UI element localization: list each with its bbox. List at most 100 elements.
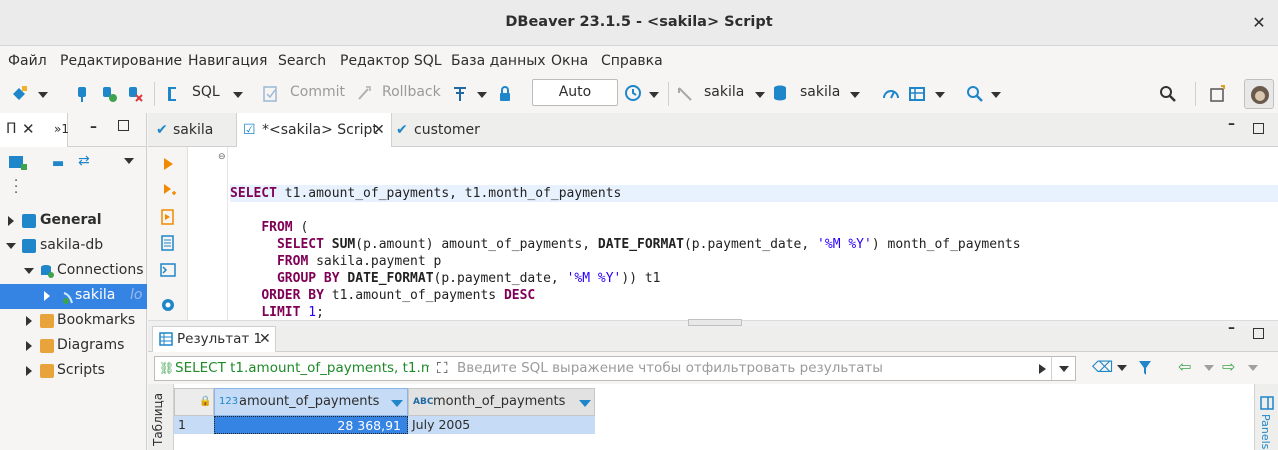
link-editor-icon[interactable]: ⇄ xyxy=(78,153,90,169)
tree-item-connections[interactable]: Connections xyxy=(0,259,147,284)
expand-arrow-icon[interactable] xyxy=(26,316,32,326)
menu-database[interactable]: База данных xyxy=(451,53,546,69)
expand-arrow-icon[interactable] xyxy=(26,341,32,351)
settings-icon[interactable] xyxy=(160,297,176,313)
sort-icon[interactable] xyxy=(579,400,591,407)
tasks-dropdown-icon[interactable] xyxy=(935,92,945,98)
cell-amount[interactable]: 28 368,91 xyxy=(214,416,408,434)
commit-button[interactable]: Commit xyxy=(290,84,345,100)
query-preview[interactable]: SELECT t1.amount_of_payments, t1.m xyxy=(175,360,429,376)
rollback-button[interactable]: Rollback xyxy=(382,84,441,100)
more-options-icon[interactable]: · · · xyxy=(14,175,18,200)
datasource-icon[interactable] xyxy=(676,85,694,103)
menu-search[interactable]: Search xyxy=(278,53,326,69)
dashboard-icon[interactable] xyxy=(882,85,900,103)
tree-item-diagrams[interactable]: Diagrams xyxy=(0,334,147,359)
minimize-editor-icon[interactable]: – xyxy=(1228,116,1235,132)
history-dropdown-icon[interactable] xyxy=(649,92,659,98)
tasks-icon[interactable] xyxy=(908,85,926,103)
menu-edit[interactable]: Редактирование xyxy=(60,53,182,69)
menu-help[interactable]: Справка xyxy=(601,53,663,69)
execute-new-tab-icon[interactable] xyxy=(162,183,176,197)
clear-filter-dropdown-icon[interactable] xyxy=(1117,365,1127,371)
open-perspective-icon[interactable] xyxy=(1209,85,1227,103)
clear-filter-icon[interactable]: ⌫ xyxy=(1092,358,1113,376)
collapse-arrow-icon[interactable] xyxy=(6,243,16,249)
expand-arrow-icon[interactable] xyxy=(8,216,14,226)
maximize-editor-icon[interactable] xyxy=(1253,123,1264,134)
close-tab-icon[interactable]: ✕ xyxy=(22,120,35,138)
new-connection-dropdown-icon[interactable] xyxy=(38,92,48,98)
new-connection-panel-icon[interactable] xyxy=(8,154,28,172)
tab-result-1[interactable]: Результат 1 ✕ xyxy=(152,326,276,352)
previous-icon[interactable]: ⇦ xyxy=(1178,357,1191,376)
view-menu-icon[interactable] xyxy=(124,158,134,164)
close-tab-icon[interactable]: ✕ xyxy=(259,327,271,351)
panels-side-tab[interactable]: Panels xyxy=(1254,384,1278,450)
previous-dropdown-icon[interactable] xyxy=(1204,365,1214,371)
maximize-results-icon[interactable] xyxy=(1253,328,1264,339)
active-schema[interactable]: sakila xyxy=(800,84,840,100)
connect-icon[interactable] xyxy=(74,85,90,103)
filter-placeholder[interactable]: Введите SQL выражение чтобы отфильтроват… xyxy=(457,360,883,376)
terminal-icon[interactable] xyxy=(160,263,176,277)
tree-item-sakila-connection[interactable]: sakila lo xyxy=(0,284,147,309)
tab-sakila[interactable]: ✔ sakila xyxy=(148,113,232,147)
menu-file[interactable]: Файл xyxy=(8,53,47,69)
sort-desc-icon[interactable] xyxy=(391,400,403,407)
perspective-button[interactable] xyxy=(1244,79,1274,109)
schema-icon[interactable] xyxy=(772,84,788,102)
transaction-mode-icon[interactable] xyxy=(452,85,470,103)
schema-dropdown-icon[interactable] xyxy=(850,92,860,98)
close-tab-icon[interactable]: ✕ xyxy=(373,113,385,147)
datasource-dropdown-icon[interactable] xyxy=(755,92,765,98)
tab-customer[interactable]: ✔ customer xyxy=(394,113,494,147)
filter-history-dropdown-icon[interactable] xyxy=(1059,366,1069,372)
search-icon[interactable] xyxy=(1159,85,1177,103)
new-connection-icon[interactable] xyxy=(10,85,28,103)
sql-button[interactable]: SQL xyxy=(192,84,220,100)
tree-item-bookmarks[interactable]: Bookmarks xyxy=(0,309,147,334)
lock-icon[interactable] xyxy=(498,85,512,103)
next-dropdown-icon[interactable] xyxy=(1248,365,1258,371)
tree-item-scripts[interactable]: Scripts xyxy=(0,359,147,384)
menu-window[interactable]: Окна xyxy=(551,53,588,69)
find-dropdown-icon[interactable] xyxy=(991,92,1001,98)
explain-plan-icon[interactable] xyxy=(161,235,175,251)
expand-arrow-icon[interactable] xyxy=(44,291,50,301)
apply-filter-icon[interactable] xyxy=(1039,364,1046,374)
next-icon[interactable]: ⇨ xyxy=(1222,357,1235,376)
maximize-panel-icon[interactable] xyxy=(118,120,129,131)
filter-input[interactable]: ⛓ SELECT t1.amount_of_payments, t1.m ⛶ В… xyxy=(154,356,1076,381)
sql-dropdown-icon[interactable] xyxy=(233,92,243,98)
minimize-results-icon[interactable]: – xyxy=(1228,320,1235,336)
sql-code[interactable]: SELECT t1.amount_of_payments, t1.month_o… xyxy=(230,151,1278,338)
menu-navigate[interactable]: Навигация xyxy=(188,53,267,69)
fold-icon[interactable]: ⊖ xyxy=(218,152,226,162)
sql-editor[interactable]: ⊖ SELECT t1.amount_of_payments, t1.month… xyxy=(148,147,1278,320)
tab-sakila-script[interactable]: ☑ *<sakila> Script ✕ xyxy=(236,113,392,147)
row-number[interactable]: 1 xyxy=(174,416,214,434)
column-header-month[interactable]: ABC month_of_payments xyxy=(408,388,595,416)
transaction-mode-field[interactable]: Auto xyxy=(532,79,618,106)
collapse-all-icon[interactable]: ▬ xyxy=(52,156,64,171)
transaction-mode-dropdown-icon[interactable] xyxy=(477,92,487,98)
close-window-button[interactable]: ✕ xyxy=(1248,12,1270,34)
rollback-icon[interactable] xyxy=(356,85,372,103)
hidden-tabs-count[interactable]: »1 xyxy=(54,122,69,136)
expand-query-icon[interactable]: ⛶ xyxy=(437,359,448,377)
splitter-handle[interactable] xyxy=(688,319,742,326)
reconnect-icon[interactable] xyxy=(100,85,118,103)
execute-script-icon[interactable] xyxy=(161,209,175,225)
expand-arrow-icon[interactable] xyxy=(26,366,32,376)
tree-item-general[interactable]: General xyxy=(0,209,147,234)
commit-icon[interactable] xyxy=(262,85,278,103)
active-datasource[interactable]: sakila xyxy=(704,84,744,100)
execute-statement-icon[interactable] xyxy=(162,157,174,171)
view-mode-tab[interactable]: Таблица xyxy=(148,384,174,450)
sql-editor-icon[interactable] xyxy=(164,85,180,103)
filter-icon[interactable] xyxy=(1138,360,1152,376)
history-icon[interactable] xyxy=(624,84,642,102)
collapse-arrow-icon[interactable] xyxy=(24,268,34,274)
find-icon[interactable] xyxy=(966,85,984,103)
